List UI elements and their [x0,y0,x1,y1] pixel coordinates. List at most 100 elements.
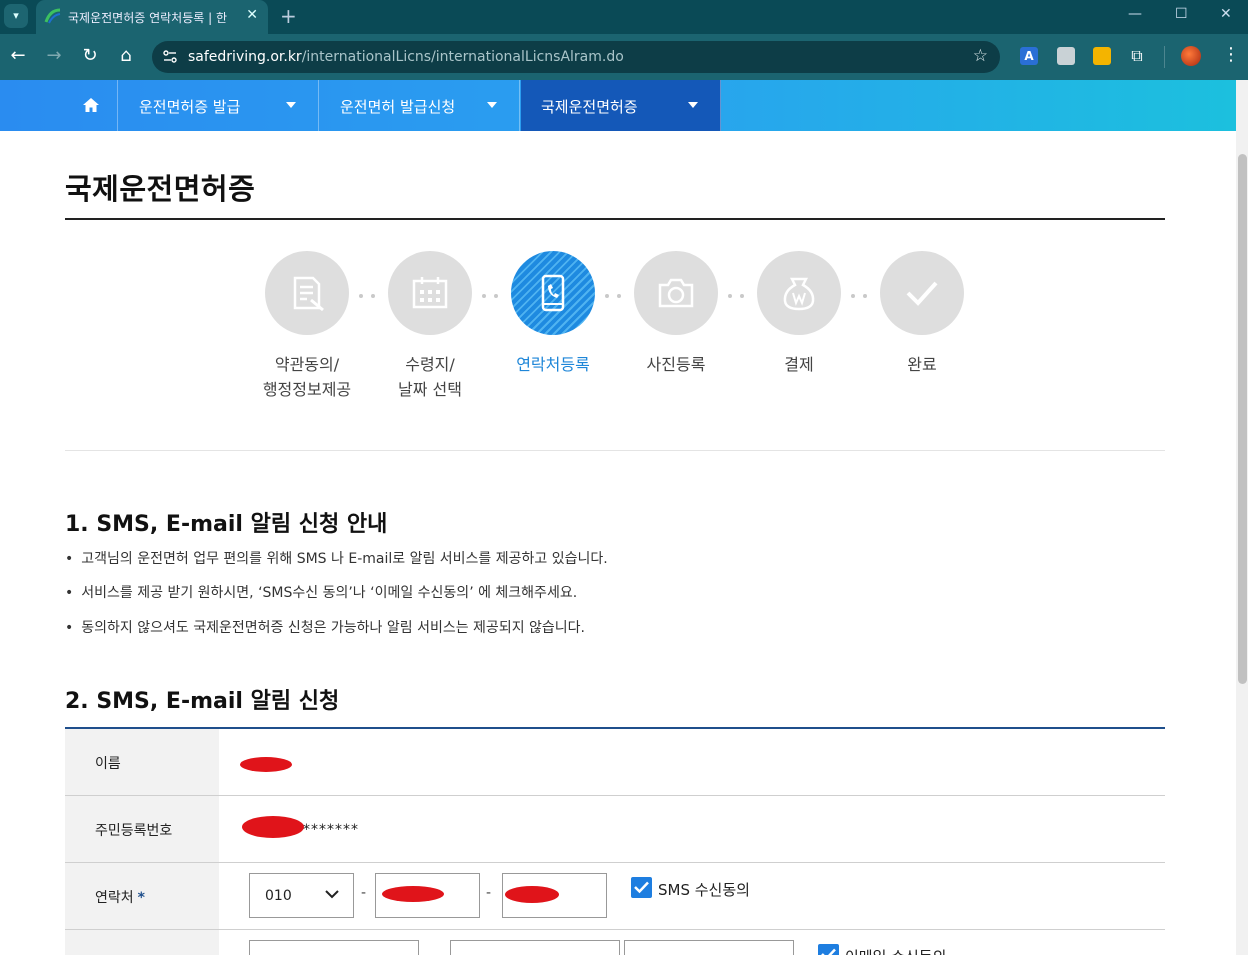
reload-icon[interactable]: ↻ [78,44,102,68]
step-label-contact: 연락처등록 [516,355,590,374]
form-row-name: 이름 [65,729,1165,796]
nav-item-label: 국제운전면허증 [541,98,638,116]
browser-toolbar: ← → ↻ ⌂ safedriving.or.kr/internationalL… [0,34,1248,80]
browser-tab[interactable]: 국제운전면허증 연락처등록 | 한 ✕ [36,0,268,34]
step-contact-registration [511,251,595,335]
phone-dash: - [361,885,367,901]
document-icon [293,276,324,312]
caret-down-icon [487,102,497,108]
money-bag-icon [783,277,815,311]
row-header: 연락처 * [65,863,219,929]
puzzle-icon[interactable]: ⧉ [1128,47,1146,65]
rrn-label: 주민등록번호 [95,823,173,839]
profile-avatar[interactable] [1181,46,1201,66]
email-consent-checkbox[interactable] [818,944,839,955]
redacted-name [240,757,292,772]
redacted-rrn [242,816,304,838]
nav-item-issue-application[interactable]: 운전면허 발급신청 [320,80,520,131]
step-connector [357,294,379,298]
translate-extension-icon[interactable]: A [1020,47,1038,65]
page-scrollbar[interactable] [1236,80,1248,955]
email-consent-label: 이메일 수신동의 [845,946,946,955]
scrollbar-thumb[interactable] [1238,154,1247,684]
keep-extension-icon[interactable] [1093,47,1111,65]
site-navigation: 운전면허증 발급 운전면허 발급신청 국제운전면허증 [0,80,1236,131]
notice-bullet: 동의하지 않으셔도 국제운전면허증 신청은 가능하나 알림 서비스는 제공되지 … [65,617,585,637]
redacted-phone-middle [382,886,444,902]
sms-consent-label: SMS 수신동의 [658,881,750,899]
step-location-date [388,251,472,335]
step-terms [265,251,349,335]
phone-last-input[interactable] [502,873,607,918]
section-title-notice: 1. SMS, E-mail 알림 신청 안내 [65,512,388,537]
checkmark-icon [634,881,649,894]
redacted-phone-last [505,886,559,903]
title-divider [65,218,1165,220]
nav-item-label: 운전면허증 발급 [139,98,241,116]
site-info-icon[interactable] [162,49,178,65]
row-header: 이름 [65,729,219,795]
forward-arrow-icon[interactable]: → [42,44,66,68]
notice-bullet: 서비스를 제공 받기 원하시면, ‘SMS수신 동의’나 ‘이메일 수신동의’ … [65,582,577,602]
home-nav-button[interactable] [64,80,118,131]
email-domain-select[interactable] [624,940,794,955]
section-title-application: 2. SMS, E-mail 알림 신청 [65,689,340,714]
plus-icon[interactable]: + [280,4,297,28]
camera-icon [658,278,694,308]
caret-down-icon [688,102,698,108]
phone-prefix-value: 010 [265,888,292,904]
row-header: 주민등록번호 [65,796,219,862]
phone-dash: - [486,885,492,901]
form-row-email: 이메일 수신동의 [65,930,1165,955]
nav-item-international-license[interactable]: 국제운전면허증 [521,80,721,131]
phone-prefix-select[interactable]: 010 [249,873,354,918]
step-complete [880,251,964,335]
chevron-down-icon[interactable]: ▾ [4,4,28,28]
calendar-icon [412,277,448,309]
minimize-icon[interactable]: — [1128,6,1142,22]
phone-label: 연락처 * [95,890,145,906]
home-icon[interactable]: ⌂ [114,44,138,68]
required-mark: * [137,890,145,906]
step-photo [634,251,718,335]
rrn-masked-digits: ******* [303,822,359,838]
tab-title: 국제운전면허증 연락처등록 | 한 [68,11,228,25]
step-connector [603,294,625,298]
email-id-input[interactable] [249,940,419,955]
step-label-complete: 완료 [907,355,937,374]
extension-icon[interactable] [1057,47,1075,65]
chevron-down-icon [325,890,339,899]
maximize-icon[interactable]: ☐ [1175,6,1188,22]
caret-down-icon [286,102,296,108]
more-menu-icon[interactable]: ⋮ [1222,44,1240,65]
browser-tab-strip: ▾ 국제운전면허증 연락처등록 | 한 ✕ + — ☐ ✕ [0,0,1248,34]
notice-bullet: 고객님의 운전면허 업무 편의를 위해 SMS 나 E-mail로 알림 서비스… [65,548,607,568]
nav-item-license-issue[interactable]: 운전면허증 발급 [119,80,319,131]
step-connector [849,294,871,298]
address-bar[interactable]: safedriving.or.kr/internationalLicns/int… [152,41,1000,73]
phone-middle-input[interactable] [375,873,480,918]
url-text: safedriving.or.kr/internationalLicns/int… [188,49,624,65]
form-row-rrn: 주민등록번호 ******* [65,796,1165,863]
sms-consent-checkbox[interactable] [631,877,652,898]
step-connector [480,294,502,298]
check-icon [906,281,938,306]
email-domain-input[interactable] [450,940,620,955]
step-label-photo: 사진등록 [646,355,706,374]
form-row-phone: 연락처 * 010 - - SMS 수신동의 [65,863,1165,930]
back-arrow-icon[interactable]: ← [6,44,30,68]
phone-icon [541,274,565,312]
step-label-location-date: 수령지/날짜 선택 [398,355,462,399]
window-close-icon[interactable]: ✕ [1220,6,1232,22]
page-title: 국제운전면허증 [65,172,256,206]
name-label: 이름 [95,756,121,772]
row-header [65,930,219,955]
home-icon [83,98,99,112]
site-favicon-icon [44,8,61,24]
steps-divider [65,450,1165,451]
close-icon[interactable]: ✕ [246,7,258,23]
step-connector [726,294,748,298]
toolbar-divider [1164,46,1165,68]
nav-item-label: 운전면허 발급신청 [340,98,456,116]
bookmark-star-icon[interactable]: ☆ [973,46,988,66]
